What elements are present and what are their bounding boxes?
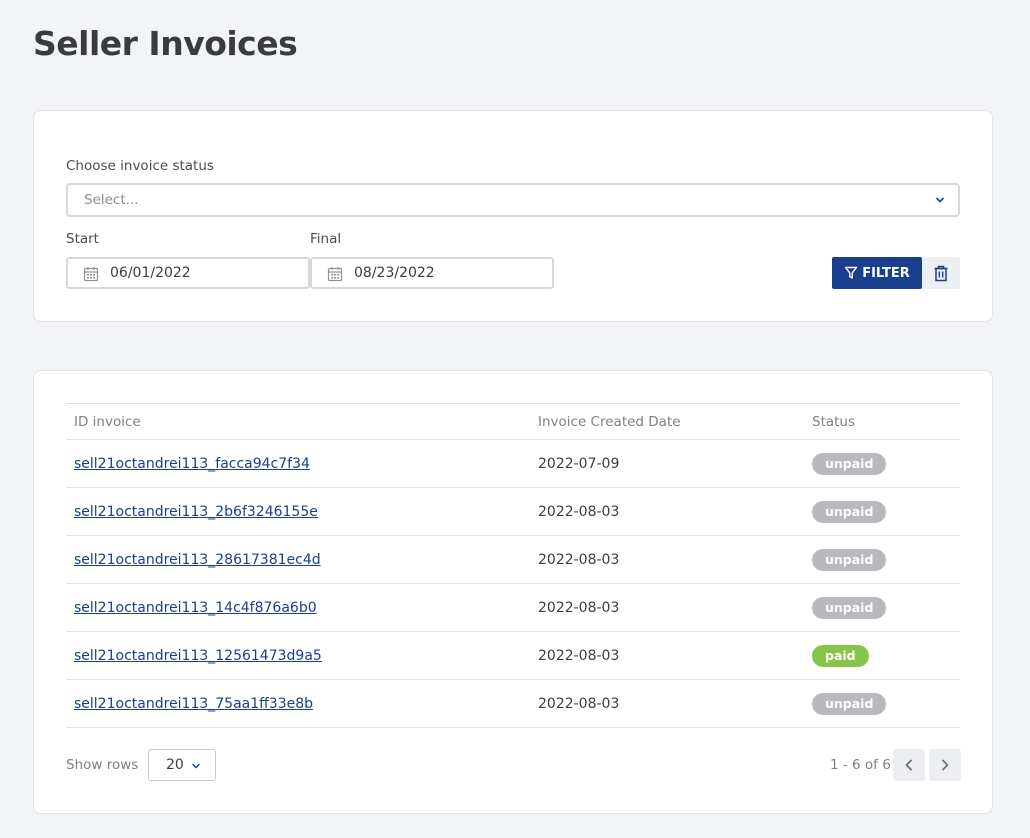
- header-id-invoice[interactable]: ID invoice: [66, 403, 530, 440]
- invoice-date: 2022-08-03: [530, 487, 804, 536]
- calendar-icon: [327, 267, 343, 282]
- final-date-value: 08/23/2022: [354, 265, 435, 281]
- status-label: Choose invoice status: [66, 158, 214, 174]
- invoice-id-link[interactable]: sell21octandrei113_28617381ec4d: [74, 552, 321, 568]
- invoices-table: ID invoice Invoice Created Date Status s…: [66, 403, 960, 728]
- invoice-date: 2022-08-03: [530, 679, 804, 728]
- start-date-value: 06/01/2022: [110, 265, 191, 281]
- trash-icon: [934, 265, 948, 281]
- filter-icon: [844, 266, 858, 279]
- show-rows-label: Show rows: [66, 757, 139, 773]
- invoice-date: 2022-08-03: [530, 583, 804, 632]
- table-row: sell21octandrei113_28617381ec4d 2022-08-…: [66, 535, 960, 584]
- table-row: sell21octandrei113_14c4f876a6b0 2022-08-…: [66, 583, 960, 632]
- chevron-down-icon: [192, 763, 200, 769]
- invoice-id-link[interactable]: sell21octandrei113_facca94c7f34: [74, 456, 310, 472]
- pagination-range: 1 - 6 of 6: [830, 757, 891, 773]
- status-badge: unpaid: [812, 596, 887, 619]
- invoice-id-link[interactable]: sell21octandrei113_12561473d9a5: [74, 648, 322, 664]
- filter-panel: Choose invoice status Select... Start Fi…: [33, 110, 993, 322]
- previous-page-button[interactable]: [893, 749, 925, 781]
- invoice-id-link[interactable]: sell21octandrei113_2b6f3246155e: [74, 504, 318, 520]
- table-header-row: ID invoice Invoice Created Date Status: [66, 403, 960, 440]
- table-row: sell21octandrei113_12561473d9a5 2022-08-…: [66, 631, 960, 680]
- chevron-left-icon: [905, 759, 912, 771]
- final-label: Final: [310, 231, 342, 247]
- rows-per-page-select[interactable]: 20: [148, 749, 216, 781]
- clear-filters-button[interactable]: [922, 257, 960, 289]
- status-badge: unpaid: [812, 692, 887, 715]
- chevron-right-icon: [942, 759, 949, 771]
- rows-per-page-value: 20: [166, 757, 184, 773]
- page-title: Seller Invoices: [33, 24, 298, 63]
- final-date-input[interactable]: 08/23/2022: [310, 257, 554, 289]
- status-badge: unpaid: [812, 500, 887, 523]
- table-row: sell21octandrei113_75aa1ff33e8b 2022-08-…: [66, 679, 960, 728]
- status-badge: paid: [812, 644, 869, 667]
- table-row: sell21octandrei113_2b6f3246155e 2022-08-…: [66, 487, 960, 536]
- status-badge: unpaid: [812, 452, 887, 475]
- start-date-input[interactable]: 06/01/2022: [66, 257, 310, 289]
- status-badge: unpaid: [812, 548, 887, 571]
- header-created-date[interactable]: Invoice Created Date: [530, 403, 804, 440]
- invoices-panel: ID invoice Invoice Created Date Status s…: [33, 370, 993, 814]
- next-page-button[interactable]: [929, 749, 961, 781]
- start-label: Start: [66, 231, 99, 247]
- invoice-date: 2022-08-03: [530, 535, 804, 584]
- calendar-icon: [83, 267, 99, 282]
- filter-button[interactable]: FILTER: [832, 257, 922, 289]
- header-status[interactable]: Status: [804, 403, 960, 440]
- invoice-id-link[interactable]: sell21octandrei113_75aa1ff33e8b: [74, 696, 313, 712]
- invoice-date: 2022-07-09: [530, 439, 804, 488]
- table-row: sell21octandrei113_facca94c7f34 2022-07-…: [66, 439, 960, 488]
- filter-button-label: FILTER: [862, 265, 910, 281]
- invoice-id-link[interactable]: sell21octandrei113_14c4f876a6b0: [74, 600, 317, 616]
- status-select[interactable]: Select...: [66, 183, 960, 217]
- status-placeholder: Select...: [84, 192, 139, 208]
- invoice-date: 2022-08-03: [530, 631, 804, 680]
- chevron-down-icon: [936, 197, 944, 203]
